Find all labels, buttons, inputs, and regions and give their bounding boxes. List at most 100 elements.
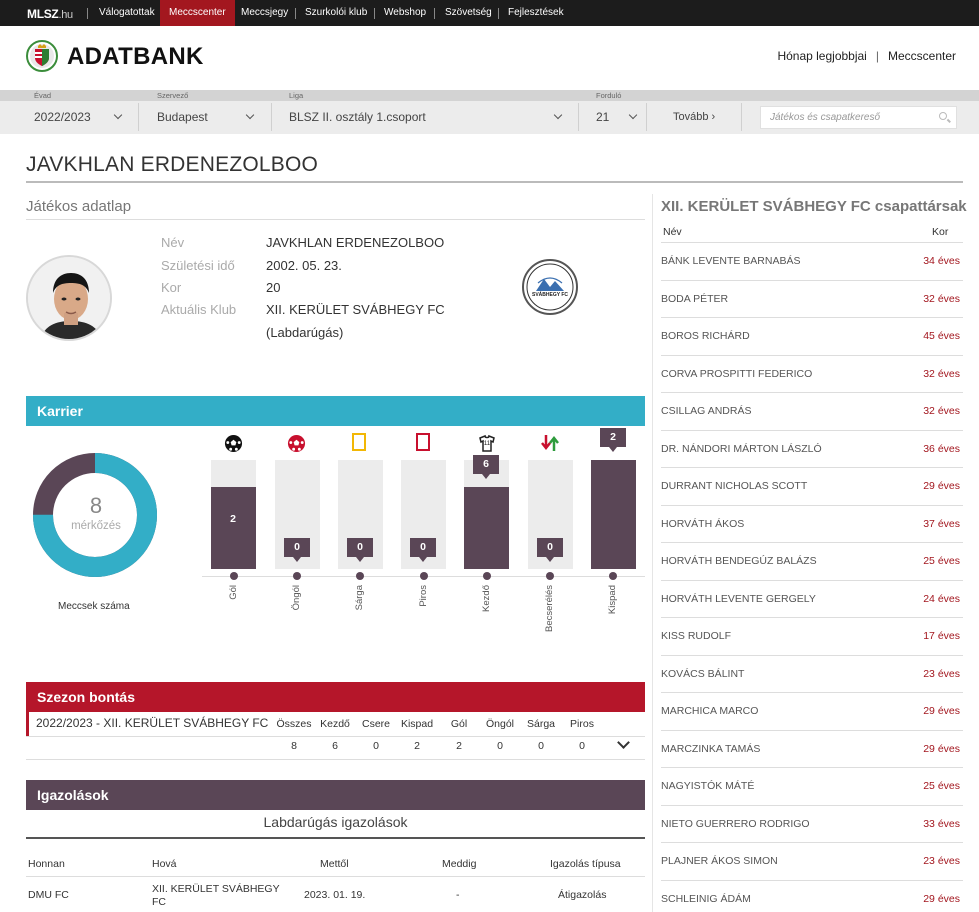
axis-dot (546, 572, 554, 580)
sidebar-divider (652, 194, 653, 912)
matches-unit: mérkőzés (71, 520, 121, 532)
season-header-piros: Piros (570, 718, 594, 730)
page-brand: ADATBANK (67, 43, 204, 70)
link-meccscenter[interactable]: Meccscenter (888, 49, 956, 63)
registrations-subtitle: Labdarúgás igazolások (263, 814, 408, 830)
registrations-title: Igazolások (37, 787, 109, 803)
teammate-name[interactable]: CSILLAG ANDRÁS (661, 405, 751, 417)
field-value-club[interactable]: XII. KERÜLET SVÁBHEGY FC (266, 302, 445, 317)
teammate-age: 32 éves (923, 292, 960, 305)
reg-since: 2023. 01. 19. (304, 889, 366, 901)
teammate-name[interactable]: CORVA PROSPITTI FEDERICO (661, 368, 812, 380)
teammate-name[interactable]: DR. NÁNDORI MÁRTON LÁSZLÓ (661, 443, 822, 455)
teammate-name[interactable]: KISS RUDOLF (661, 630, 731, 642)
teammate-name[interactable]: HORVÁTH LEVENTE GERGELY (661, 593, 816, 605)
bar-value-ongol: 0 (284, 538, 310, 562)
teammate-age: 29 éves (923, 742, 960, 755)
teammate-age: 32 éves (923, 367, 960, 380)
teammate-name[interactable]: BÁNK LEVENTE BARNABÁS (661, 255, 800, 267)
search-icon[interactable] (939, 112, 947, 120)
season-value-kispad: 2 (414, 740, 420, 752)
teammate-name[interactable]: KOVÁCS BÁLINT (661, 668, 744, 680)
reg-header-to: Hová (152, 858, 177, 870)
bar-value-gol: 2 (220, 510, 246, 534)
mlsz-logo[interactable]: MLSZ.hu (27, 7, 73, 21)
field-value-birthdate: 2002. 05. 23. (266, 258, 342, 273)
registrations-row-divider (26, 876, 645, 877)
nav-item-valogatottak[interactable]: Válogatottak (90, 0, 164, 26)
field-value-name: JAVKHLAN ERDENEZOLBOO (266, 235, 445, 250)
own-goal-ball-icon (287, 434, 306, 456)
player-team-search-input[interactable]: Játékos és csapatkereső (760, 106, 957, 129)
teammate-age: 24 éves (923, 592, 960, 605)
link-honap-legjobbjai[interactable]: Hónap legjobbjai (777, 49, 866, 63)
teammates-divider (661, 617, 963, 618)
filter-divider (741, 103, 742, 131)
teammate-name[interactable]: HORVÁTH BENDEGÚZ BALÁZS (661, 555, 817, 567)
club-logo-text: SVÁBHEGY FC (531, 292, 569, 298)
teammate-name[interactable]: BODA PÉTER (661, 293, 728, 305)
axis-dot (609, 572, 617, 580)
nav-item-szovetseg[interactable]: Szövetség (436, 0, 501, 26)
season-value-osszes: 8 (291, 740, 297, 752)
teammates-title: XII. KERÜLET SVÁBHEGY FC csapattársak (661, 198, 967, 215)
season-banner-title: Szezon bontás (37, 689, 136, 705)
player-avatar (26, 255, 112, 341)
season-divider (26, 736, 645, 737)
teammate-age: 23 éves (923, 667, 960, 680)
bar-value-kezdo: 6 (473, 455, 499, 479)
svg-text:11: 11 (484, 441, 491, 447)
nav-item-szurkoloi-klub[interactable]: Szurkolói klub (296, 0, 376, 26)
next-round-button[interactable]: Tovább › (673, 111, 715, 123)
bar-value-becsereles: 0 (537, 538, 563, 562)
mlsz-crest-icon[interactable] (26, 40, 58, 75)
club-logo[interactable]: SVÁBHEGY FC (522, 259, 578, 315)
teammate-name[interactable]: PLAJNER ÁKOS SIMON (661, 855, 778, 867)
season-name: 2022/2023 - XII. KERÜLET SVÁBHEGY FC (36, 716, 269, 730)
axis-dot (230, 572, 238, 580)
nav-item-webshop[interactable]: Webshop (375, 0, 435, 26)
field-value-sport: (Labdarúgás) (266, 325, 344, 340)
season-header-ongol: Öngól (485, 718, 515, 730)
season-value-ongol: 0 (497, 740, 503, 752)
teammate-name[interactable]: NAGYISTÓK MÁTÉ (661, 780, 754, 792)
organizer-value: Budapest (157, 110, 208, 124)
teammate-name[interactable]: MARCZINKA TAMÁS (661, 743, 760, 755)
filter-divider (578, 103, 579, 131)
nav-item-meccsjegy[interactable]: Meccsjegy (232, 0, 297, 26)
bar-value-piros: 0 (410, 538, 436, 562)
yellow-card-icon (352, 433, 366, 451)
season-value-gol: 2 (456, 740, 462, 752)
round-select[interactable] (580, 103, 646, 131)
teammate-name[interactable]: HORVÁTH ÁKOS (661, 518, 744, 530)
teammate-name[interactable]: DURRANT NICHOLAS SCOTT (661, 480, 807, 492)
league-label: Liga (289, 91, 304, 100)
teammates-divider (661, 317, 963, 318)
league-value: BLSZ II. osztály 1.csoport (289, 110, 426, 124)
nav-item-meccscenter[interactable]: Meccscenter (160, 0, 235, 26)
field-label-birthdate: Születési idő (161, 258, 235, 273)
reg-until: - (456, 889, 460, 901)
stat-label-piros: Piros (418, 585, 429, 607)
teammate-name[interactable]: SCHLEINIG ÁDÁM (661, 893, 751, 905)
teammate-name[interactable]: BOROS RICHÁRD (661, 330, 750, 342)
nav-item-fejlesztesek[interactable]: Fejlesztések (499, 0, 573, 26)
season-value: 2022/2023 (34, 110, 91, 124)
teammate-age: 36 éves (923, 442, 960, 455)
teammate-name[interactable]: MARCHICA MARCO (661, 705, 758, 717)
bar-kezdo (464, 487, 509, 569)
expand-chevron-down-icon[interactable] (617, 736, 630, 749)
starting-jersey-icon: 11 (477, 433, 497, 456)
nav-divider (87, 8, 88, 19)
teammate-age: 25 éves (923, 780, 960, 792)
teammates-divider (661, 354, 963, 356)
teammate-name[interactable]: NIETO GUERRERO RODRIGO (661, 818, 810, 830)
reg-header-until: Meddig (442, 858, 477, 870)
field-label-age: Kor (161, 280, 182, 295)
chevron-right-icon: › (711, 111, 716, 123)
reg-from: DMU FC (28, 889, 69, 901)
axis-dot (293, 572, 301, 580)
teammate-age: 34 éves (923, 255, 960, 267)
stat-label-kispad: Kispad (607, 585, 618, 615)
logo-text: MLSZ (27, 7, 59, 21)
